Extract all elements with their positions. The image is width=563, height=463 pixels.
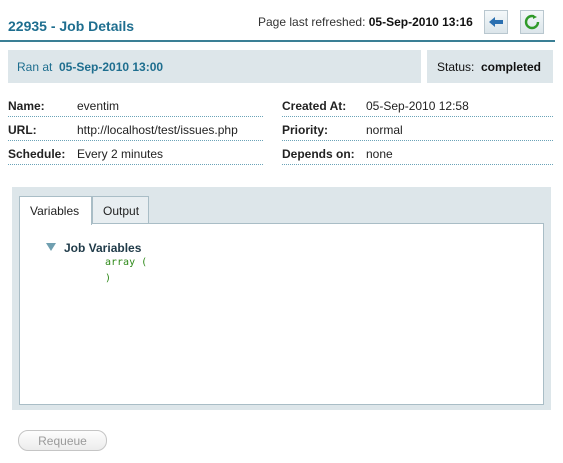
- back-button[interactable]: [484, 10, 508, 34]
- status-label: Status:: [437, 60, 475, 74]
- status-value: completed: [481, 60, 542, 74]
- detail-row-priority: Priority: normal: [282, 119, 553, 141]
- detail-row-name: Name: eventim: [8, 95, 263, 117]
- detail-row-schedule: Schedule: Every 2 minutes: [8, 143, 263, 165]
- detail-value: 05-Sep-2010 12:58: [366, 99, 469, 113]
- reload-icon: [524, 14, 540, 30]
- job-variables-title[interactable]: Job Variables: [64, 241, 141, 255]
- detail-value: normal: [366, 123, 403, 137]
- code-line: ): [105, 273, 112, 284]
- detail-row-url: URL: http://localhost/test/issues.php: [8, 119, 263, 141]
- code-line: array (: [105, 257, 148, 268]
- detail-key: Created At:: [282, 99, 347, 113]
- reload-button[interactable]: [520, 10, 544, 34]
- detail-row-depends-on: Depends on: none: [282, 143, 553, 165]
- detail-row-created-at: Created At: 05-Sep-2010 12:58: [282, 95, 553, 117]
- arrow-left-icon: [489, 17, 503, 27]
- detail-key: Name:: [8, 99, 45, 113]
- tab-variables[interactable]: Variables: [19, 196, 92, 225]
- status-bar: Status: completed: [427, 50, 553, 83]
- detail-value: Every 2 minutes: [77, 147, 164, 161]
- detail-key: Schedule:: [8, 147, 66, 161]
- ran-at-value: 05-Sep-2010 13:00: [59, 60, 164, 74]
- detail-key: URL:: [8, 123, 37, 137]
- detail-key: Priority:: [282, 123, 329, 137]
- page-header: 22935 - Job Details Page last refreshed:…: [0, 0, 555, 42]
- ran-at-label: Ran at: [17, 60, 53, 74]
- requeue-button[interactable]: Requeue: [18, 430, 107, 451]
- refresh-label: Page last refreshed:: [258, 15, 366, 29]
- page-title: 22935 - Job Details: [8, 18, 135, 34]
- collapse-triangle-icon[interactable]: [46, 243, 56, 251]
- detail-value: none: [366, 147, 393, 161]
- detail-value: eventim: [77, 99, 120, 113]
- tab-output[interactable]: Output: [92, 196, 149, 224]
- detail-value: http://localhost/test/issues.php: [77, 123, 238, 137]
- detail-key: Depends on:: [282, 147, 355, 161]
- ran-at-bar: Ran at 05-Sep-2010 13:00: [8, 50, 421, 83]
- refresh-time: 05-Sep-2010 13:16: [368, 15, 473, 29]
- last-refreshed: Page last refreshed: 05-Sep-2010 13:16: [258, 15, 473, 29]
